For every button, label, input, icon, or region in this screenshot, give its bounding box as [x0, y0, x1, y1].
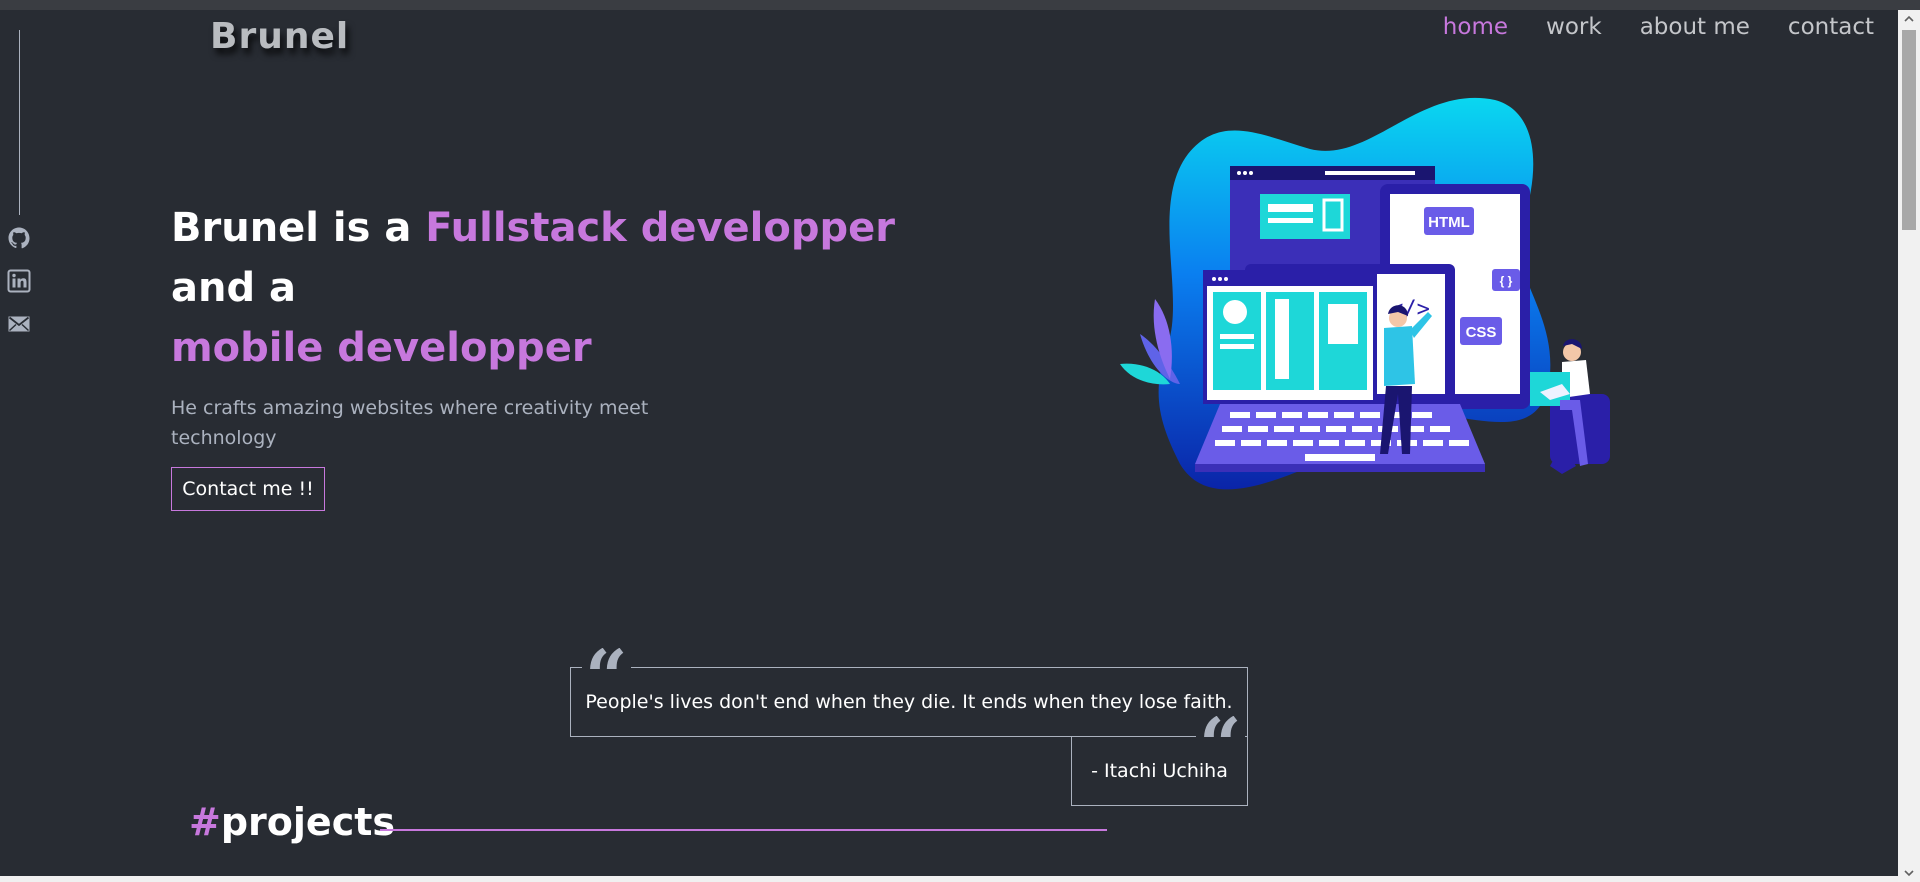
site-logo[interactable]: Brunel — [210, 16, 349, 57]
hero-title-accent-1: Fullstack developper — [425, 205, 895, 251]
hero-title-text-1: Brunel is a — [171, 205, 426, 251]
nav-about-me[interactable]: about me — [1640, 14, 1750, 40]
braces-label: { } — [1500, 274, 1513, 288]
html-label: HTML — [1428, 214, 1470, 231]
scroll-up-button[interactable] — [1898, 10, 1920, 28]
rail-divider — [19, 30, 20, 215]
linkedin-icon[interactable] — [7, 269, 31, 293]
quote-box: People's lives don't end when they die. … — [570, 667, 1248, 737]
mail-icon[interactable] — [7, 312, 31, 336]
browser-top-strip — [0, 0, 1920, 10]
nav-home[interactable]: home — [1443, 14, 1508, 40]
scroll-down-button[interactable] — [1898, 864, 1920, 882]
social-rail — [7, 226, 31, 336]
hero-title-text-2: and a — [171, 265, 297, 311]
contact-me-button[interactable]: Contact me !! — [171, 467, 325, 511]
hero-subtitle: He crafts amazing websites where creativ… — [171, 397, 649, 449]
horizontal-scrollbar-track — [0, 876, 1898, 882]
css-label: CSS — [1466, 324, 1497, 341]
vertical-scrollbar[interactable] — [1898, 10, 1920, 882]
quote-mark-close-icon: “ — [1196, 716, 1245, 756]
projects-hash: # — [189, 800, 221, 844]
chevron-down-icon — [1904, 870, 1914, 877]
main-nav: home work about me contact — [1443, 14, 1874, 40]
nav-contact[interactable]: contact — [1788, 14, 1874, 40]
developer-illustration: HTML { } CSS </> — [1120, 97, 1610, 490]
projects-heading: #projects — [189, 800, 395, 844]
chevron-up-icon — [1904, 15, 1914, 22]
laptop: </> — [1195, 264, 1485, 472]
hero-title-accent-2: mobile developper — [171, 325, 592, 371]
quote-author: - Itachi Uchiha — [1091, 760, 1228, 782]
github-icon[interactable] — [7, 226, 31, 250]
projects-divider — [380, 829, 1107, 831]
quote-mark-open-icon: “ — [582, 648, 631, 688]
page: Brunel home work about me contact Brunel… — [0, 0, 1920, 882]
quote-text: People's lives don't end when they die. … — [585, 691, 1233, 713]
projects-title: projects — [220, 800, 395, 844]
scrollbar-thumb[interactable] — [1902, 30, 1916, 230]
hero-title: Brunel is a Fullstack developper and a m… — [171, 198, 931, 378]
nav-work[interactable]: work — [1546, 14, 1602, 40]
